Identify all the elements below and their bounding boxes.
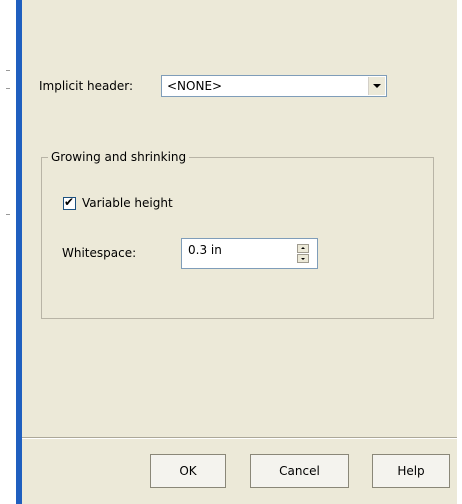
left-edge-strip [0, 0, 16, 504]
check-icon: ✔ [64, 195, 75, 209]
spin-up-icon [301, 247, 305, 249]
chevron-down-icon [373, 84, 381, 88]
whitespace-label: Whitespace: [62, 246, 137, 260]
variable-height-label[interactable]: Variable height [82, 196, 173, 210]
help-button[interactable]: Help [372, 454, 450, 488]
right-edge-strip [457, 0, 462, 504]
edge-tick [6, 70, 10, 71]
button-separator [22, 437, 457, 439]
edge-tick [6, 88, 10, 89]
implicit-header-label: Implicit header: [39, 79, 134, 93]
ok-button[interactable]: OK [150, 454, 226, 488]
spin-down-icon [301, 258, 305, 260]
dropdown-button[interactable] [368, 77, 385, 95]
edge-tick [6, 214, 10, 215]
implicit-header-value: <NONE> [167, 79, 223, 93]
cancel-button[interactable]: Cancel [250, 454, 349, 488]
spin-up-button[interactable] [297, 244, 309, 253]
variable-height-checkbox[interactable]: ✔ [63, 195, 76, 210]
whitespace-spinner[interactable]: 0.3 in [181, 238, 318, 269]
screenshot-root: Implicit header: <NONE> Growing and shri… [0, 0, 462, 504]
spin-down-button[interactable] [297, 254, 309, 263]
implicit-header-dropdown[interactable]: <NONE> [161, 75, 387, 97]
growing-shrinking-title: Growing and shrinking [48, 150, 190, 164]
spinner-arrows [297, 244, 309, 264]
whitespace-value: 0.3 in [188, 243, 222, 257]
